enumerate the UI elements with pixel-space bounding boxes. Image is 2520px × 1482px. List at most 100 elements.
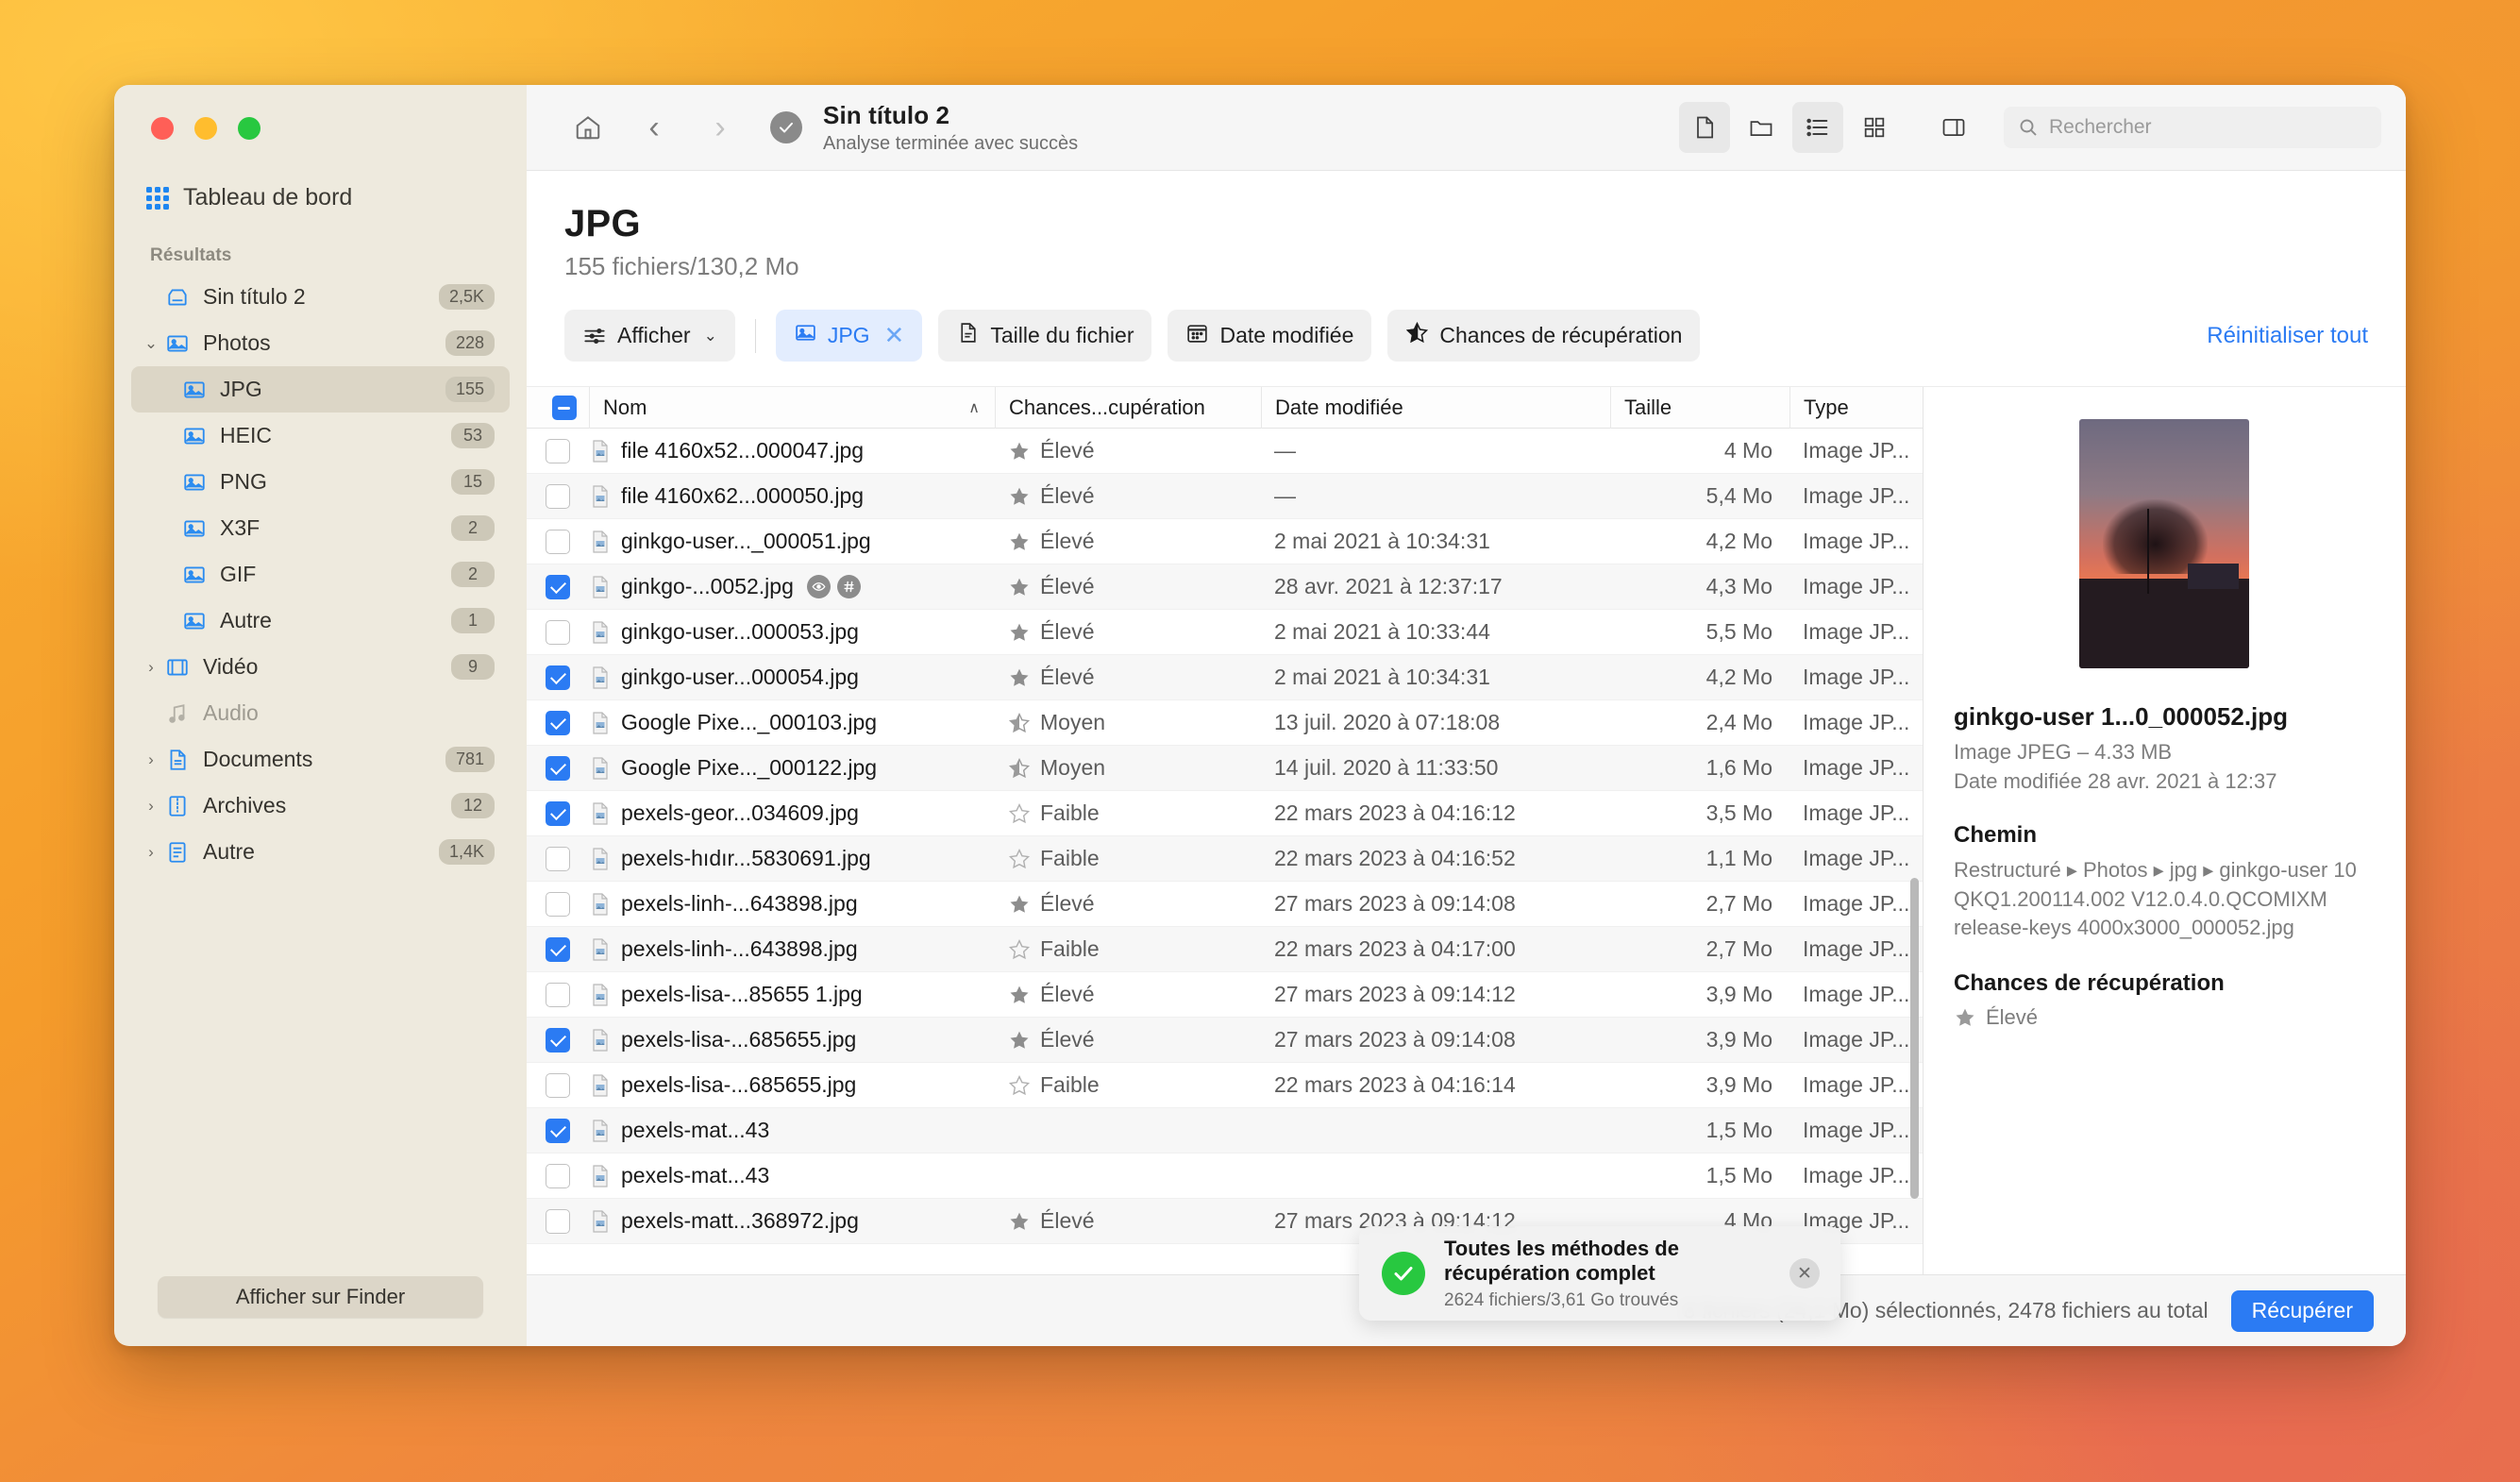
row-checkbox[interactable]: [527, 1118, 589, 1143]
document-view-icon[interactable]: [1679, 102, 1730, 153]
page-header: JPG 155 fichiers/130,2 Mo: [527, 171, 2406, 281]
row-type: Image JP...: [1803, 1118, 1910, 1142]
table-row[interactable]: pexels-linh-...643898.jpg Élevé 27 mars 20…: [527, 882, 1923, 927]
row-action-icons: [806, 575, 861, 598]
row-checkbox[interactable]: [527, 1072, 589, 1098]
minimize-window-button[interactable]: [194, 117, 217, 140]
row-chance-cell: Faible: [995, 846, 1261, 871]
row-checkbox[interactable]: [527, 665, 589, 690]
sidebar-item-sin-t-tulo-2[interactable]: Sin título 2 2,5K: [131, 274, 510, 320]
home-icon[interactable]: [563, 102, 613, 153]
vertical-scrollbar[interactable]: [1910, 878, 1919, 1199]
table-row[interactable]: ginkgo-...0052.jpg Élevé 28 avr. 2021 à 12…: [527, 564, 1923, 610]
row-chance-cell: Élevé: [995, 619, 1261, 645]
column-header-name[interactable]: Nom ∧: [589, 387, 995, 429]
sort-asc-icon: ∧: [968, 399, 980, 416]
maximize-window-button[interactable]: [238, 117, 260, 140]
filter-chip-taille-du-fichier[interactable]: Taille du fichier: [938, 310, 1152, 362]
show-in-finder-button[interactable]: Afficher sur Finder: [158, 1276, 483, 1318]
row-checkbox[interactable]: [527, 846, 589, 871]
reset-all-link[interactable]: Réinitialiser tout: [2207, 323, 2368, 349]
sidebar-item-archives[interactable]: › Archives 12: [131, 783, 510, 829]
row-checkbox[interactable]: [527, 529, 589, 554]
star-icon: [1405, 321, 1429, 350]
search-input[interactable]: Rechercher: [2004, 107, 2381, 148]
sidebar-item-autre[interactable]: Autre 1: [131, 598, 510, 644]
filter-chip-jpg[interactable]: JPG ✕: [775, 310, 923, 362]
select-all-checkbox[interactable]: [527, 387, 589, 429]
filter-chip-chances-de-r-cup-ration[interactable]: Chances de récupération: [1387, 310, 1701, 362]
sidebar-item-vid-o[interactable]: › Vidéo 9: [131, 644, 510, 690]
column-header-size[interactable]: Taille: [1610, 387, 1789, 429]
table-row[interactable]: Google Pixe..._000103.jpg Moyen 13 juil. 2…: [527, 700, 1923, 746]
table-row[interactable]: pexels-mat...43 1,5 Mo Image JP...: [527, 1154, 1923, 1199]
table-row[interactable]: pexels-lisa-...85655 1.jpg Élevé 27 mars 2…: [527, 972, 1923, 1018]
table-row[interactable]: ginkgo-user...000054.jpg Élevé 2 mai 2021 …: [527, 655, 1923, 700]
table-row[interactable]: pexels-lisa-...685655.jpg Élevé 27 mars 20…: [527, 1018, 1923, 1063]
row-checkbox[interactable]: [527, 710, 589, 735]
sidebar-item-photos[interactable]: ⌄ Photos 228: [131, 320, 510, 366]
row-checkbox[interactable]: [527, 800, 589, 826]
chevron-right-icon[interactable]: ›: [139, 844, 163, 860]
table-row[interactable]: pexels-linh-...643898.jpg Faible 22 mars 2…: [527, 927, 1923, 972]
grid-view-icon[interactable]: [1849, 102, 1900, 153]
filter-chip-label: Date modifiée: [1219, 323, 1354, 347]
table-row[interactable]: ginkgo-user..._000051.jpg Élevé 2 mai 2021…: [527, 519, 1923, 564]
back-button[interactable]: ‹: [629, 102, 680, 153]
chevron-right-icon[interactable]: ›: [139, 798, 163, 814]
row-checkbox[interactable]: [527, 1208, 589, 1234]
row-checkbox[interactable]: [527, 438, 589, 463]
chevron-right-icon[interactable]: ›: [139, 659, 163, 675]
sidebar-item-dashboard[interactable]: Tableau de bord: [137, 177, 508, 219]
sidebar-toggle-icon[interactable]: [1928, 102, 1979, 153]
row-checkbox[interactable]: [527, 936, 589, 962]
table-body: file 4160x52...000047.jpg Élevé — 4 Mo Image…: [527, 429, 1923, 1244]
table-row[interactable]: file 4160x52...000047.jpg Élevé — 4 Mo Image…: [527, 429, 1923, 474]
sidebar-item-audio[interactable]: Audio: [131, 690, 510, 736]
row-checkbox[interactable]: [527, 619, 589, 645]
sidebar-item-png[interactable]: PNG 15: [131, 459, 510, 505]
nav-controls: ‹ ›: [563, 102, 746, 153]
recover-button[interactable]: Récupérer: [2230, 1289, 2374, 1332]
column-header-type[interactable]: Type: [1789, 387, 1923, 429]
remove-filter-icon[interactable]: ✕: [884, 321, 905, 350]
filter-chip-label: Chances de récupération: [1439, 323, 1683, 347]
column-header-chances[interactable]: Chances...cupération: [995, 387, 1261, 429]
table-row[interactable]: file 4160x62...000050.jpg Élevé — 5,4 Mo Ima…: [527, 474, 1923, 519]
list-view-icon[interactable]: [1792, 102, 1843, 153]
row-checkbox[interactable]: [527, 891, 589, 917]
filter-chip-date-modifi-e[interactable]: Date modifiée: [1168, 310, 1372, 362]
hash-icon[interactable]: [836, 575, 861, 598]
table-row[interactable]: pexels-hıdır...5830691.jpg Faible 22 mars …: [527, 836, 1923, 882]
sidebar-item-label: HEIC: [220, 423, 272, 447]
sidebar-item-badge: 2: [451, 515, 495, 541]
row-checkbox[interactable]: [527, 982, 589, 1007]
sidebar-item-documents[interactable]: › Documents 781: [131, 736, 510, 783]
chevron-down-icon[interactable]: ⌄: [139, 335, 163, 351]
table-row[interactable]: pexels-mat...43 1,5 Mo Image JP...: [527, 1108, 1923, 1154]
close-window-button[interactable]: [151, 117, 174, 140]
row-checkbox[interactable]: [527, 483, 589, 509]
folder-view-icon[interactable]: [1736, 102, 1787, 153]
row-date: 27 mars 2023 à 09:14:08: [1274, 1027, 1516, 1052]
sidebar-item-jpg[interactable]: JPG 155: [131, 366, 510, 413]
row-checkbox[interactable]: [527, 1163, 589, 1188]
column-header-date[interactable]: Date modifiée: [1261, 387, 1610, 429]
disk-icon: [163, 285, 192, 310]
eye-icon[interactable]: [806, 575, 831, 598]
sidebar-item-x3f[interactable]: X3F 2: [131, 505, 510, 551]
afficher-button[interactable]: Afficher ⌄: [564, 310, 735, 362]
sidebar-item-autre[interactable]: › Autre 1,4K: [131, 829, 510, 875]
table-row[interactable]: Google Pixe..._000122.jpg Moyen 14 juil. 2…: [527, 746, 1923, 791]
row-checkbox[interactable]: [527, 755, 589, 781]
row-checkbox[interactable]: [527, 1027, 589, 1053]
sidebar-item-gif[interactable]: GIF 2: [131, 551, 510, 598]
close-icon[interactable]: ✕: [1789, 1258, 1820, 1288]
table-row[interactable]: pexels-lisa-...685655.jpg Faible 22 mars 2…: [527, 1063, 1923, 1108]
table-row[interactable]: pexels-geor...034609.jpg Faible 22 mars 20…: [527, 791, 1923, 836]
chevron-right-icon[interactable]: ›: [139, 751, 163, 767]
row-checkbox[interactable]: [527, 574, 589, 599]
sidebar-item-heic[interactable]: HEIC 53: [131, 413, 510, 459]
table-row[interactable]: ginkgo-user...000053.jpg Élevé 2 mai 2021 …: [527, 610, 1923, 655]
forward-button[interactable]: ›: [695, 102, 746, 153]
